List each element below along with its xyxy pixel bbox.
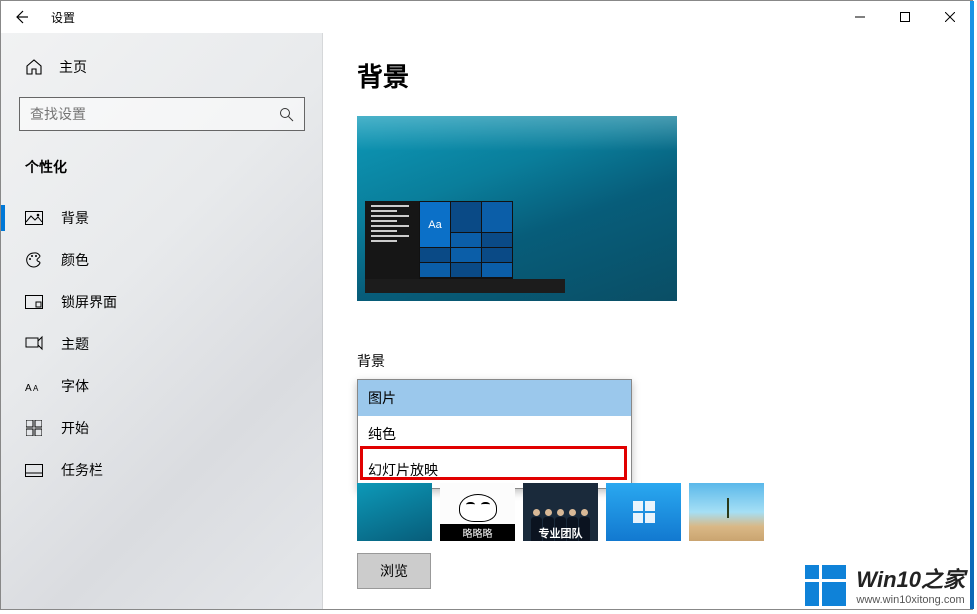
home-icon [25, 58, 43, 76]
back-button[interactable] [9, 5, 33, 29]
palette-icon [25, 251, 43, 269]
browse-button[interactable]: 浏览 [357, 553, 431, 589]
nav-label: 背景 [61, 208, 89, 228]
home-link[interactable]: 主页 [1, 47, 323, 87]
start-icon [25, 419, 43, 437]
nav-label: 颜色 [61, 250, 89, 270]
thumbnail-2-caption: 略略略 [440, 524, 515, 541]
lockscreen-icon [25, 293, 43, 311]
arrow-left-icon [13, 9, 29, 25]
picture-icon [25, 209, 43, 227]
titlebar-left: 设置 [9, 5, 75, 29]
nav-label: 字体 [61, 376, 89, 396]
nav-item-background[interactable]: 背景 [1, 197, 323, 239]
close-icon [945, 12, 955, 22]
app-title: 设置 [51, 9, 75, 26]
picture-thumbnails: 略略略 专业团队 [357, 483, 972, 541]
svg-text:A: A [33, 384, 39, 393]
fit-label: 选择契合度 [357, 607, 972, 609]
watermark-brand: Win10之家 [856, 562, 965, 594]
watermark-logo-icon [802, 562, 846, 606]
preview-tile-aa: Aa [420, 202, 450, 247]
nav-label: 锁屏界面 [61, 292, 117, 312]
desktop-preview: Aa [357, 116, 677, 301]
window-controls [837, 1, 972, 33]
svg-text:A: A [25, 383, 32, 393]
nav-item-lockscreen[interactable]: 锁屏界面 [1, 281, 323, 323]
search-input[interactable] [30, 106, 279, 122]
minimize-icon [855, 12, 865, 22]
thumbnail-5[interactable] [689, 483, 764, 541]
nav-item-themes[interactable]: 主题 [1, 323, 323, 365]
thumbnail-3[interactable]: 专业团队 [523, 483, 598, 541]
titlebar: 设置 [1, 1, 972, 33]
nav-item-colors[interactable]: 颜色 [1, 239, 323, 281]
thumbnail-1[interactable] [357, 483, 432, 541]
watermark-text: Win10之家 www.win10xitong.com [856, 562, 965, 606]
nav-label: 开始 [61, 418, 89, 438]
section-header: 个性化 [1, 149, 323, 197]
watermark-url: www.win10xitong.com [856, 594, 965, 606]
right-edge-accent [970, 1, 974, 609]
background-field-label: 背景 [357, 351, 972, 371]
thumbnail-4[interactable] [606, 483, 681, 541]
page-heading: 背景 [357, 57, 972, 94]
home-label: 主页 [59, 57, 87, 77]
settings-window: 设置 主页 个性化 背景 颜色 [0, 0, 973, 610]
maximize-icon [900, 12, 910, 22]
nav-label: 主题 [61, 334, 89, 354]
main-content: 背景 Aa [323, 33, 972, 609]
taskbar-icon [25, 461, 43, 479]
theme-icon [25, 335, 43, 353]
sidebar: 主页 个性化 背景 颜色 锁屏界面 主题 [1, 33, 323, 609]
body: 主页 个性化 背景 颜色 锁屏界面 主题 [1, 33, 972, 609]
close-button[interactable] [927, 1, 972, 33]
search-icon [279, 107, 294, 122]
nav-label: 任务栏 [61, 460, 103, 480]
font-icon: AA [25, 377, 43, 395]
dropdown-option-solid[interactable]: 纯色 [358, 416, 631, 452]
thumbnail-2[interactable]: 略略略 [440, 483, 515, 541]
nav-item-start[interactable]: 开始 [1, 407, 323, 449]
nav-item-taskbar[interactable]: 任务栏 [1, 449, 323, 491]
nav-item-fonts[interactable]: AA 字体 [1, 365, 323, 407]
dropdown-option-picture[interactable]: 图片 [358, 380, 631, 416]
minimize-button[interactable] [837, 1, 882, 33]
background-dropdown[interactable]: 图片 纯色 幻灯片放映 [357, 379, 632, 489]
maximize-button[interactable] [882, 1, 927, 33]
search-input-container[interactable] [19, 97, 305, 131]
watermark: Win10之家 www.win10xitong.com [802, 562, 965, 606]
thumbnail-3-caption: 专业团队 [523, 525, 598, 541]
